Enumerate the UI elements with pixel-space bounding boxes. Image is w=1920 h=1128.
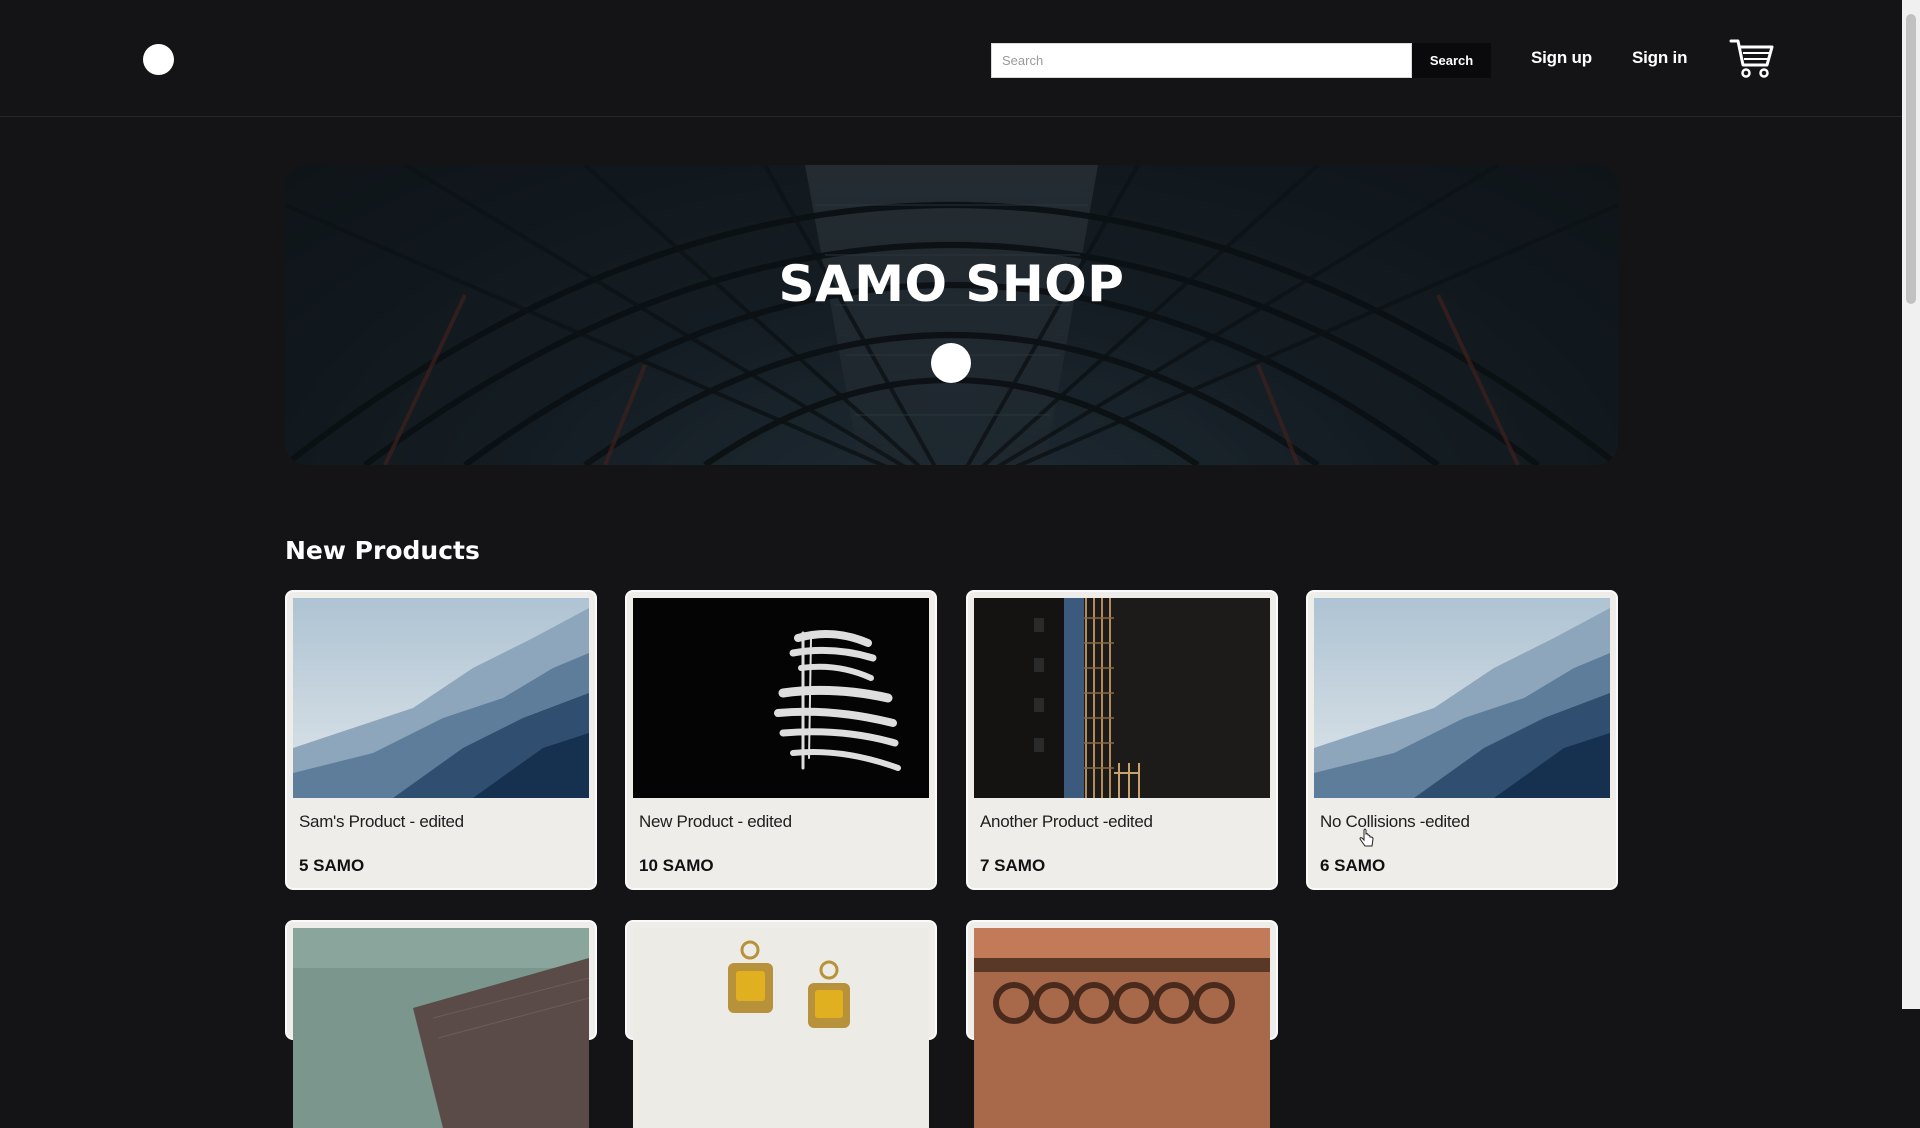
- product-image: [974, 928, 1270, 1128]
- scrollbar-thumb[interactable]: [1906, 14, 1916, 304]
- shopping-cart-icon[interactable]: [1729, 37, 1775, 79]
- product-image: [633, 928, 929, 1128]
- top-navbar: Search Sign up Sign in: [0, 0, 1902, 117]
- product-card[interactable]: Another Product -edited 7 SAMO: [966, 590, 1278, 890]
- search-input[interactable]: [991, 43, 1412, 78]
- logo[interactable]: [143, 44, 174, 75]
- product-name: Another Product -edited: [980, 812, 1153, 831]
- vertical-scrollbar[interactable]: [1902, 0, 1920, 1009]
- product-name: Sam's Product - edited: [299, 812, 464, 831]
- product-card[interactable]: No Collisions -edited 6 SAMO: [1306, 590, 1618, 890]
- sign-up-link[interactable]: Sign up: [1531, 48, 1592, 68]
- shop-avatar: [931, 343, 971, 383]
- product-price: 5 SAMO: [299, 856, 365, 875]
- product-name: No Collisions -edited: [1320, 812, 1470, 831]
- product-price: 10 SAMO: [639, 856, 714, 875]
- hero-banner: SAMO SHOP: [285, 165, 1618, 465]
- product-card[interactable]: New Product - edited 10 SAMO: [625, 590, 937, 890]
- product-image: [293, 928, 589, 1128]
- product-price: 7 SAMO: [980, 856, 1046, 875]
- product-card[interactable]: [966, 920, 1278, 1128]
- hand-cursor-icon: [1359, 828, 1374, 847]
- product-card[interactable]: [285, 920, 597, 1128]
- product-image: [633, 598, 929, 798]
- product-card[interactable]: [625, 920, 937, 1128]
- product-image: [293, 598, 589, 798]
- product-image: [974, 598, 1270, 798]
- hero-background-image: [285, 165, 1618, 465]
- product-price: 6 SAMO: [1320, 856, 1386, 875]
- product-name: New Product - edited: [639, 812, 792, 831]
- section-title: New Products: [285, 536, 480, 565]
- sign-in-link[interactable]: Sign in: [1632, 48, 1687, 68]
- product-image: [1314, 598, 1610, 798]
- shop-title: SAMO SHOP: [778, 255, 1125, 313]
- search-button[interactable]: Search: [1412, 43, 1491, 78]
- product-card[interactable]: Sam's Product - edited 5 SAMO: [285, 590, 597, 890]
